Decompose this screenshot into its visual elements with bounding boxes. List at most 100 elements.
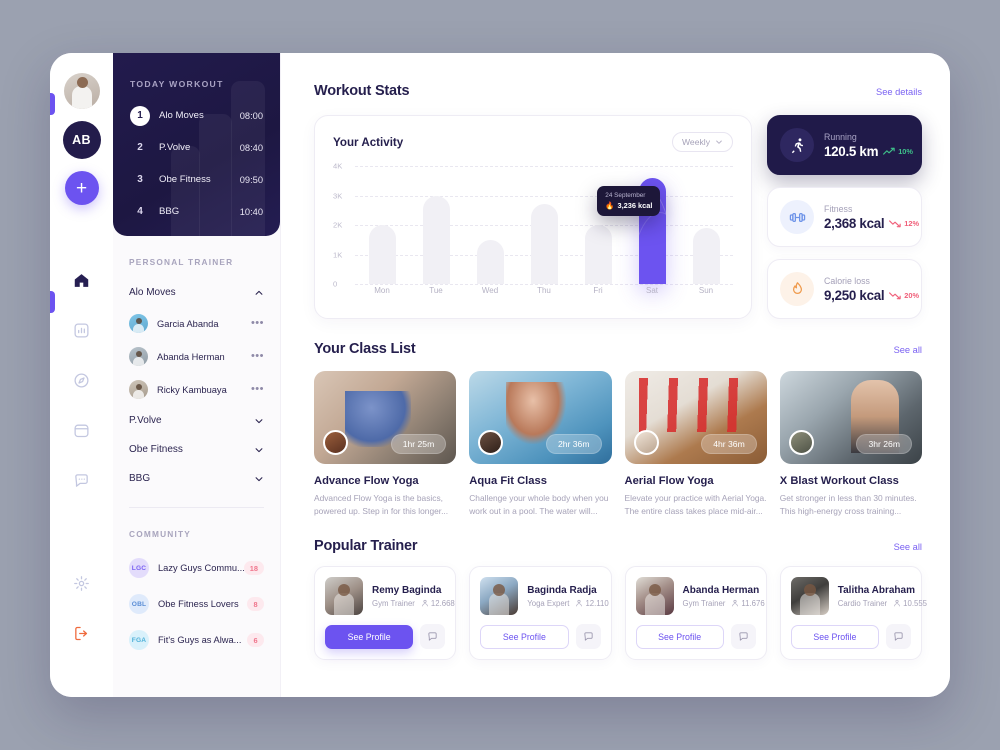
chart-bar-slot[interactable] — [679, 166, 733, 284]
chevron-down-icon — [716, 140, 722, 144]
community-avatar-initials: LGC — [129, 558, 149, 578]
trainer-menu-icon[interactable]: ••• — [251, 384, 264, 395]
gear-icon — [74, 575, 89, 591]
chart-bar-slot[interactable] — [409, 166, 463, 284]
running-icon — [791, 137, 803, 153]
chart-bar-slot[interactable] — [571, 166, 625, 284]
community-item[interactable]: LGC Lazy Guys Commu... 18 — [129, 550, 264, 586]
nav-item-messages[interactable] — [70, 468, 94, 492]
trainer-group-bbg[interactable]: BBG — [129, 464, 264, 493]
nav-item-home[interactable] — [70, 268, 94, 292]
nav-item-settings[interactable] — [70, 571, 94, 595]
chevron-up-icon — [255, 290, 263, 295]
workout-item[interactable]: 4 BBG 10:40 — [130, 198, 263, 225]
main-content: Workout Stats See details Your Activity … — [280, 53, 950, 697]
see-profile-button[interactable]: See Profile — [790, 624, 879, 649]
class-card[interactable]: 4hr 36m Aerial Flow Yoga Elevate your pr… — [624, 371, 767, 518]
chevron-down-icon — [255, 418, 263, 423]
trainer-group-obe-fitness[interactable]: Obe Fitness — [129, 435, 264, 464]
stat-value-row: 2,368 kcal 12% — [824, 216, 919, 231]
trainer-group-label: Alo Moves — [129, 287, 176, 298]
personal-trainer-section: PERSONAL TRAINER Alo Moves Garcia Abanda… — [113, 257, 280, 658]
chart-bar[interactable] — [584, 225, 612, 284]
trainer-menu-icon[interactable]: ••• — [251, 318, 264, 329]
community-avatar-initials: FGA — [129, 630, 149, 650]
chart-bar-slot[interactable] — [463, 166, 517, 284]
stat-card-running[interactable]: Running 120.5 km 10% — [767, 115, 922, 175]
stat-percent: 10% — [898, 147, 913, 156]
class-name: Aerial Flow Yoga — [624, 475, 714, 487]
class-name: X Blast Workout Class — [779, 475, 899, 487]
chevron-down-icon — [255, 476, 263, 481]
class-card[interactable]: 3hr 26m X Blast Workout Class Get strong… — [779, 371, 922, 518]
class-duration-badge: 2hr 36m — [545, 434, 602, 454]
popular-trainer-title: Popular Trainer — [314, 538, 418, 555]
stat-card-fitness[interactable]: Fitness 2,368 kcal 12% — [767, 187, 922, 247]
community-item[interactable]: OBL Obe Fitness Lovers 8 — [129, 586, 264, 622]
message-trainer-button[interactable] — [575, 624, 601, 650]
trainer-list-item[interactable]: Ricky Kambuaya ••• — [129, 373, 264, 406]
icon-rail: AB + — [50, 53, 113, 697]
person-icon — [732, 599, 739, 607]
activity-chart-plot: 0 1K 2K 3K 4K 24 September 🔥 3,236 kcal … — [333, 162, 733, 306]
chart-bar-slot[interactable] — [355, 166, 409, 284]
see-profile-button[interactable]: See Profile — [635, 624, 724, 649]
class-list-see-all-link[interactable]: See all — [894, 345, 922, 355]
trainer-menu-icon[interactable]: ••• — [251, 351, 264, 362]
chat-icon — [75, 473, 88, 487]
workout-item-name: Alo Moves — [159, 110, 204, 121]
workout-item[interactable]: 1 Alo Moves 08:00 — [130, 102, 263, 129]
trainer-role: Gym Trainer — [682, 598, 726, 608]
see-profile-button[interactable]: See Profile — [480, 624, 569, 649]
x-axis: Mon Tue Wed Thu Fri Sat Sun — [355, 286, 733, 306]
trainer-list-item[interactable]: Abanda Herman ••• — [129, 340, 264, 373]
trainer-card-top: Baginda Radja Yoga Expert 12.110 — [480, 577, 609, 616]
stat-body: Fitness 2,368 kcal 12% — [824, 203, 919, 231]
dumbbell-icon — [789, 212, 805, 222]
trainer-info: Talitha Abraham Cardio Trainer 10.555 — [838, 585, 927, 608]
community-unread-count: 6 — [247, 633, 264, 647]
trainer-card-actions: See Profile — [790, 624, 911, 650]
nav-item-explore[interactable] — [70, 368, 94, 392]
class-name: Advance Flow Yoga — [314, 475, 419, 487]
stat-trend: 20% — [889, 290, 919, 303]
stat-percent: 20% — [904, 291, 920, 300]
workout-item[interactable]: 2 P.Volve 08:40 — [130, 134, 263, 161]
message-trainer-button[interactable] — [730, 624, 756, 650]
app-window: AB + TODAY WORKOUT 1 Alo Moves 08:00 2 P… — [50, 53, 950, 697]
chart-bar[interactable] — [476, 239, 504, 284]
chart-range-select[interactable]: Weekly — [671, 132, 733, 152]
popular-trainer-see-all-link[interactable]: See all — [894, 542, 922, 552]
chart-bar[interactable] — [692, 227, 720, 284]
chart-bar-slot[interactable] — [625, 166, 679, 284]
workspace-badge[interactable]: AB — [62, 121, 101, 159]
add-button[interactable]: + — [64, 171, 99, 205]
message-trainer-button[interactable] — [420, 624, 446, 650]
stat-card-calorie-loss[interactable]: Calorie loss 9,250 kcal 20% — [767, 259, 922, 319]
trainer-name: Abanda Herman — [682, 584, 760, 596]
message-trainer-button[interactable] — [886, 624, 911, 650]
x-tick: Sat — [645, 286, 658, 295]
chart-bar[interactable] — [530, 204, 558, 284]
chat-icon — [428, 632, 437, 641]
nav-item-stats[interactable] — [70, 318, 94, 342]
personal-trainer-label: PERSONAL TRAINER — [129, 257, 234, 267]
chart-bar[interactable] — [422, 195, 450, 284]
trainer-list-item[interactable]: Garcia Abanda ••• — [129, 307, 264, 340]
tooltip-value-row: 🔥 3,236 kcal — [605, 201, 652, 210]
nav-item-schedule[interactable] — [70, 418, 94, 442]
see-details-link[interactable]: See details — [876, 87, 922, 97]
avatar[interactable] — [63, 73, 100, 109]
chart-bar-slot[interactable] — [517, 166, 571, 284]
chart-bar[interactable] — [368, 225, 396, 284]
trainer-group-pvolve[interactable]: P.Volve — [129, 406, 264, 435]
class-card[interactable]: 2hr 36m Aqua Fit Class Challenge your wh… — [469, 371, 612, 518]
workout-item[interactable]: 3 Obe Fitness 09:50 — [130, 166, 263, 193]
community-item[interactable]: FGA Fit's Guys as Alwa... 6 — [129, 622, 264, 658]
nav-item-logout[interactable] — [70, 621, 94, 645]
class-card[interactable]: 1hr 25m Advance Flow Yoga Advanced Flow … — [314, 371, 457, 518]
see-profile-button[interactable]: See Profile — [325, 624, 414, 649]
trainer-group-alo-moves[interactable]: Alo Moves — [129, 278, 264, 307]
stat-label: Fitness — [824, 203, 853, 214]
trainer-avatar — [129, 314, 148, 333]
